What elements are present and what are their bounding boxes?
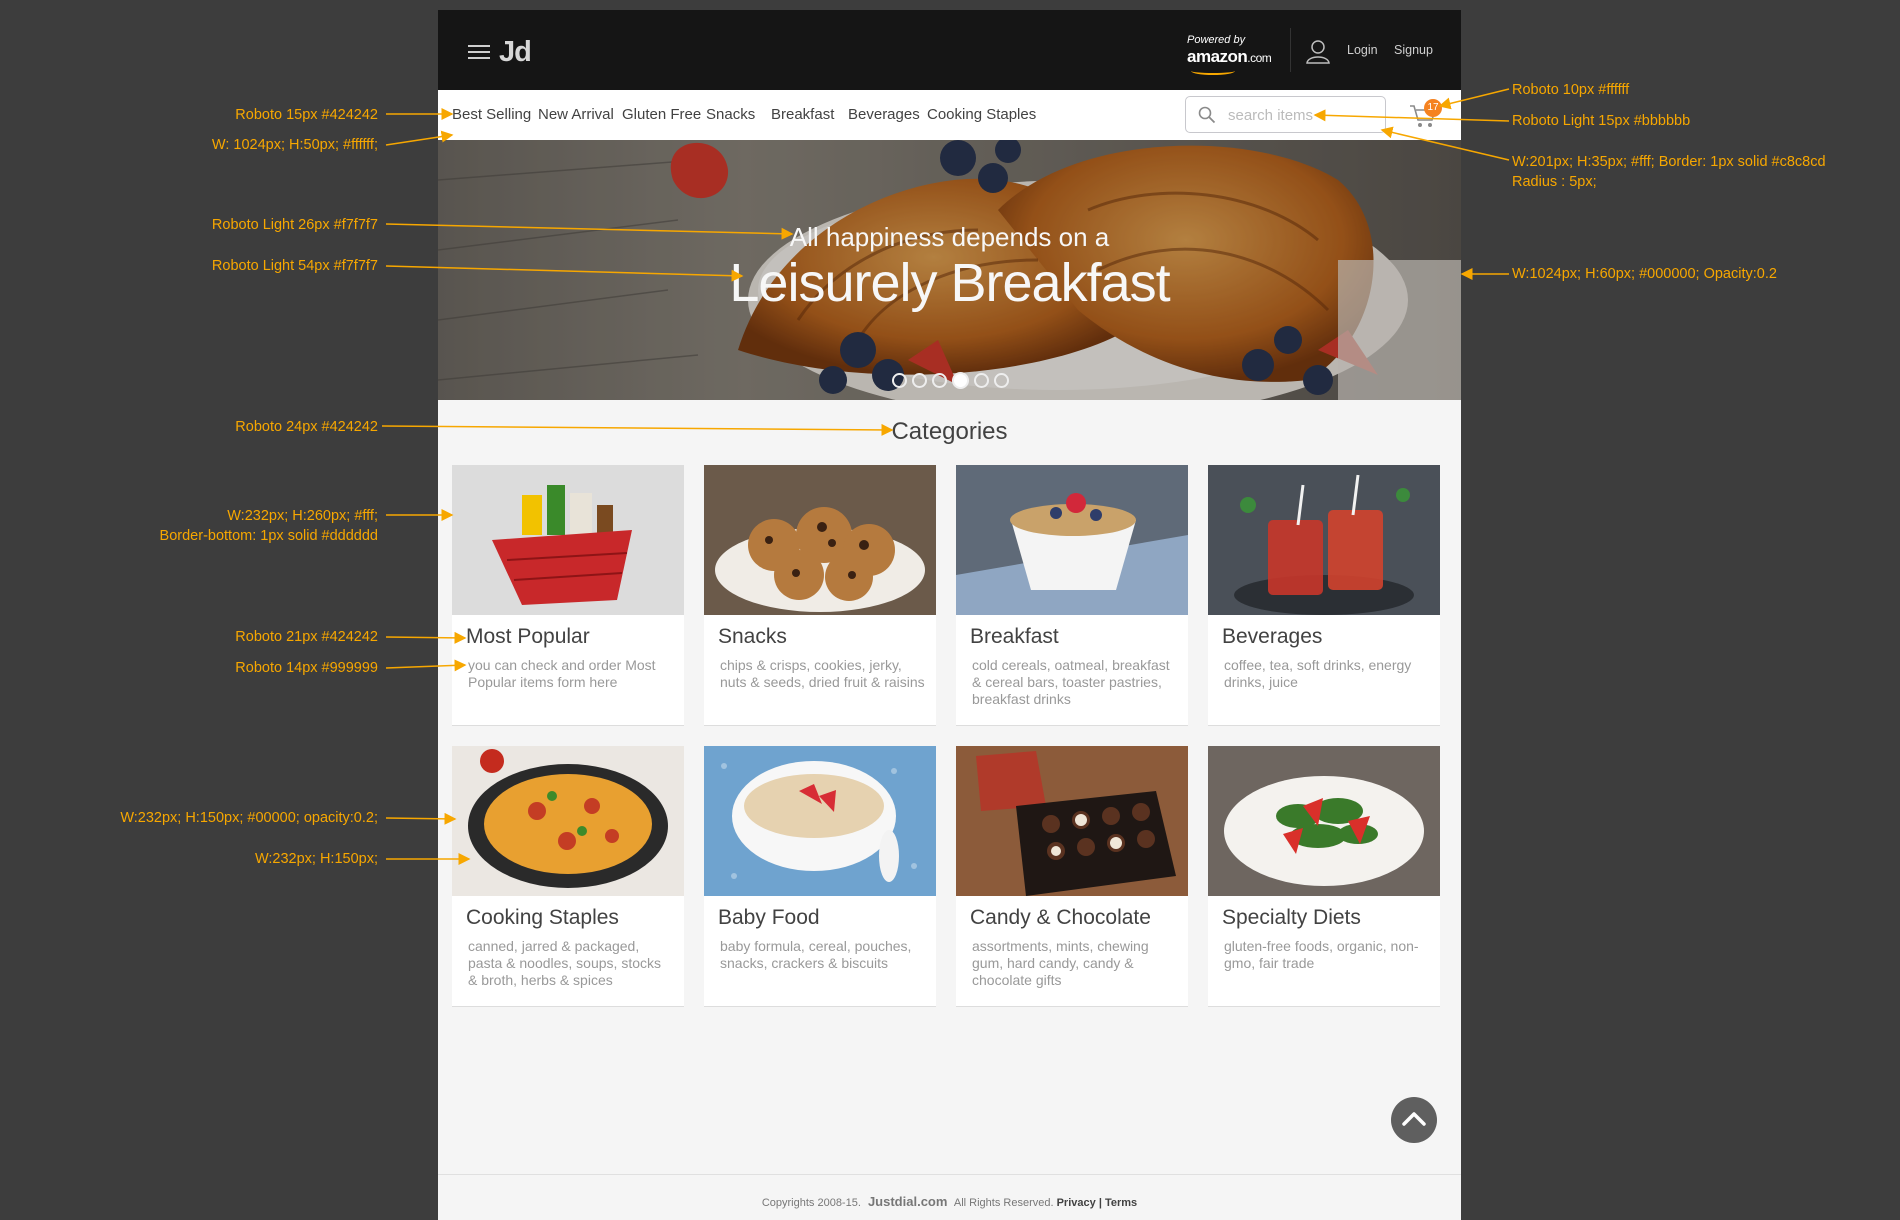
salad-image <box>1208 746 1440 896</box>
annotation-card-border: Border-bottom: 1px solid #dddddd <box>159 528 378 544</box>
annotation-badge-font: Roboto 10px #ffffff <box>1512 82 1630 98</box>
card-description: coffee, tea, soft drinks, energy drinks,… <box>1224 657 1412 690</box>
logo[interactable]: Jd <box>499 36 532 69</box>
carousel-dot[interactable] <box>994 373 1009 389</box>
card-description: chips & crisps, cookies, jerky, nuts & s… <box>720 657 925 690</box>
card-description: canned, jarred & packaged, pasta & noodl… <box>468 938 661 988</box>
chocolates-image <box>956 746 1188 896</box>
basket-image <box>452 465 684 615</box>
annotation-hero-subtitle: Roboto Light 26px #f7f7f7 <box>211 217 378 233</box>
category-card-breakfast[interactable]: Breakfast cold cereals, oatmeal, breakfa… <box>956 465 1188 726</box>
copyright-text: Copyrights 2008-15. <box>761 1197 861 1209</box>
user-icon[interactable] <box>1305 38 1331 64</box>
nav-cooking-staples[interactable]: Cooking Staples <box>927 106 1036 123</box>
card-description: baby formula, cereal, pouches, snacks, c… <box>720 938 912 971</box>
drinks-image <box>1208 465 1440 615</box>
card-title: Cooking Staples <box>466 906 619 929</box>
cereal-bowl-image <box>956 465 1188 615</box>
card-title: Baby Food <box>718 906 820 929</box>
search-box[interactable] <box>1185 96 1386 133</box>
amazon-smile-icon <box>1191 67 1235 75</box>
top-bar: Jd Powered by amazon.com Login Signup <box>438 10 1461 90</box>
category-card-beverages[interactable]: Beverages coffee, tea, soft drinks, ener… <box>1208 465 1440 726</box>
category-card-snacks[interactable]: Snacks chips & crisps, cookies, jerky, n… <box>704 465 936 726</box>
footer-separator: | <box>1098 1197 1102 1209</box>
annotation-search-radius: Radius : 5px; <box>1512 174 1597 190</box>
card-title: Breakfast <box>970 625 1059 648</box>
cart-count-badge: 17 <box>1424 99 1442 117</box>
annotation-card-desc: Roboto 14px #999999 <box>235 660 378 676</box>
annotation-card-size: W:232px; H:260px; #fff; <box>227 508 378 524</box>
category-card-candy-chocolate[interactable]: Candy & Chocolate assortments, mints, ch… <box>956 746 1188 1007</box>
search-input[interactable] <box>1226 104 1380 126</box>
card-title: Candy & Chocolate <box>970 906 1151 929</box>
category-card-specialty-diets[interactable]: Specialty Diets gluten-free foods, organ… <box>1208 746 1440 1007</box>
pasta-image <box>452 746 684 896</box>
hero-subtitle: All happiness depends on a <box>789 222 1110 252</box>
footer: Copyrights 2008-15. Justdial.com All Rig… <box>438 1174 1461 1220</box>
powered-by-amazon: Powered by amazon.com <box>1187 33 1272 75</box>
web-page: Jd Powered by amazon.com Login Signup Be… <box>438 10 1461 1220</box>
card-title: Most Popular <box>466 625 590 648</box>
hero-banner: All happiness depends on a Leisurely Bre… <box>438 140 1461 400</box>
category-card-most-popular[interactable]: Most Popular you can check and order Mos… <box>452 465 684 726</box>
annotation-card-title: Roboto 21px #424242 <box>235 629 378 645</box>
carousel-dot[interactable] <box>932 373 947 389</box>
nav-new-arrival[interactable]: New Arrival <box>538 106 614 123</box>
carousel-dot[interactable] <box>912 373 927 389</box>
signup-link[interactable]: Signup <box>1394 43 1433 57</box>
carousel-dots <box>892 372 1014 390</box>
card-title: Snacks <box>718 625 787 648</box>
privacy-link[interactable]: Privacy <box>1057 1197 1096 1209</box>
annotation-hero-title: Roboto Light 54px #f7f7f7 <box>211 258 378 274</box>
annotation-image-size: W:232px; H:150px; <box>254 851 378 867</box>
hamburger-menu-icon[interactable] <box>468 45 490 59</box>
rights-text: All Rights Reserved. <box>953 1197 1054 1209</box>
nav-gluten-free[interactable]: Gluten Free <box>622 106 701 123</box>
annotation-search-font: Roboto Light 15px #bbbbbb <box>1512 113 1691 129</box>
carousel-dot-active[interactable] <box>952 372 969 390</box>
annotation-categories-heading: Roboto 24px #424242 <box>235 419 378 435</box>
card-description: assortments, mints, chewing gum, hard ca… <box>972 938 1149 988</box>
nav-breakfast[interactable]: Breakfast <box>771 106 834 123</box>
terms-link[interactable]: Terms <box>1105 1197 1137 1209</box>
card-description: gluten-free foods, organic, non-gmo, fai… <box>1224 938 1419 971</box>
hero-title: Leisurely Breakfast <box>729 253 1170 313</box>
nav-snacks[interactable]: Snacks <box>706 106 755 123</box>
annotation-nav-bar: W: 1024px; H:50px; #ffffff; <box>211 137 378 153</box>
nav-beverages[interactable]: Beverages <box>848 106 920 123</box>
powered-by-label: Powered by <box>1187 34 1246 46</box>
annotation-nav-font: Roboto 15px #424242 <box>235 107 378 123</box>
chevron-up-icon <box>1402 1112 1426 1126</box>
annotation-hero-overlay: W:1024px; H:60px; #000000; Opacity:0.2 <box>1512 266 1777 282</box>
card-description: you can check and order Most Popular ite… <box>468 657 656 690</box>
category-nav: Best Selling New Arrival Gluten Free Sna… <box>438 90 1461 140</box>
annotation-image-overlay: W:232px; H:150px; #00000; opacity:0.2; <box>120 810 378 826</box>
annotation-search-box: W:201px; H:35px; #fff; Border: 1px solid… <box>1512 154 1826 170</box>
nav-best-selling[interactable]: Best Selling <box>452 106 531 123</box>
footer-brand-logo: Justdial.com <box>867 1194 948 1209</box>
card-title: Beverages <box>1222 625 1323 648</box>
categories-heading: Categories <box>891 418 1008 445</box>
carousel-dot[interactable] <box>892 373 907 389</box>
category-card-baby-food[interactable]: Baby Food baby formula, cereal, pouches,… <box>704 746 936 1007</box>
category-card-cooking-staples[interactable]: Cooking Staples canned, jarred & package… <box>452 746 684 1007</box>
carousel-dot[interactable] <box>974 373 989 389</box>
login-link[interactable]: Login <box>1347 43 1378 57</box>
card-title: Specialty Diets <box>1222 906 1361 929</box>
divider <box>1290 28 1291 72</box>
cookies-image <box>704 465 936 615</box>
baby-food-image <box>704 746 936 896</box>
search-icon <box>1198 106 1216 124</box>
card-description: cold cereals, oatmeal, breakfast & cerea… <box>972 657 1170 707</box>
scroll-to-top-button[interactable] <box>1391 1097 1437 1143</box>
amazon-logo: amazon.com <box>1187 47 1272 66</box>
